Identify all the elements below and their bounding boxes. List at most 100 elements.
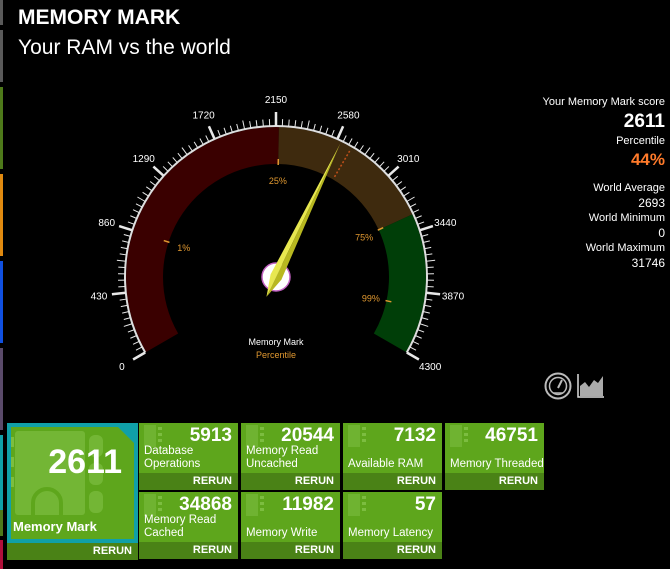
strip-segment[interactable] bbox=[0, 540, 3, 569]
ram-chip-icon bbox=[144, 494, 162, 516]
minor-tick bbox=[130, 215, 137, 219]
rerun-button[interactable]: RERUN bbox=[241, 473, 340, 490]
score-label: Your Memory Mark score bbox=[542, 96, 665, 108]
minor-tick bbox=[364, 147, 371, 156]
minor-tick bbox=[193, 141, 199, 149]
test-value: 57 bbox=[414, 494, 436, 515]
rerun-button[interactable]: RERUN bbox=[241, 542, 340, 559]
test-value: 46751 bbox=[485, 425, 538, 446]
minor-tick bbox=[162, 166, 169, 172]
gauge-center-label: Memory Mark bbox=[248, 337, 304, 347]
test-tile[interactable]: 20544 Memory Read Uncached RERUN bbox=[241, 423, 340, 490]
percentile-label: Percentile bbox=[616, 135, 665, 147]
world-minimum-value: 0 bbox=[658, 226, 665, 240]
minor-tick bbox=[300, 121, 303, 129]
minor-tick bbox=[135, 203, 143, 208]
rerun-button[interactable]: RERUN bbox=[139, 542, 238, 559]
major-tick bbox=[336, 125, 345, 140]
test-value: 5913 bbox=[189, 425, 232, 446]
rerun-button[interactable]: RERUN bbox=[343, 473, 442, 490]
major-tick bbox=[387, 165, 400, 177]
minor-tick bbox=[403, 191, 410, 197]
minor-tick bbox=[120, 304, 128, 308]
minor-tick bbox=[421, 234, 429, 237]
minor-tick bbox=[153, 175, 160, 182]
major-tick bbox=[111, 291, 126, 296]
minor-tick bbox=[406, 196, 415, 202]
test-label-line1: Memory Read bbox=[246, 445, 319, 457]
minor-tick bbox=[149, 181, 157, 187]
minor-tick bbox=[188, 145, 193, 152]
area-chart-icon[interactable] bbox=[576, 372, 606, 400]
minor-tick bbox=[412, 340, 420, 345]
speedometer-icon[interactable] bbox=[544, 372, 572, 400]
strip-segment[interactable] bbox=[0, 435, 3, 510]
ram-chip-icon bbox=[246, 425, 264, 447]
tick-label: 1290 bbox=[133, 154, 156, 165]
minor-tick bbox=[119, 253, 127, 256]
minor-tick bbox=[122, 310, 130, 314]
test-tile[interactable]: 7132 Available RAM RERUN bbox=[343, 423, 442, 490]
memory-mark-label: Memory Mark bbox=[13, 519, 97, 534]
minor-tick bbox=[205, 135, 210, 142]
memory-mark-tile[interactable]: 2611 Memory Mark RERUN bbox=[7, 423, 138, 560]
minor-tick bbox=[417, 329, 425, 333]
test-tile[interactable]: 57 Memory Latency RERUN bbox=[343, 492, 442, 559]
minor-tick bbox=[392, 175, 399, 182]
test-label-line2: Memory Threaded bbox=[450, 458, 544, 470]
major-tick bbox=[207, 125, 216, 140]
minor-tick bbox=[132, 340, 140, 345]
minor-tick bbox=[120, 246, 128, 250]
minor-tick bbox=[242, 120, 246, 130]
ram-chip-icon bbox=[450, 425, 468, 447]
minor-tick bbox=[419, 323, 429, 327]
minor-tick bbox=[229, 125, 233, 133]
minor-tick bbox=[383, 166, 390, 172]
minor-tick bbox=[236, 123, 239, 131]
minor-tick bbox=[199, 138, 204, 145]
test-tile[interactable]: 34868 Memory Read Cached RERUN bbox=[139, 492, 238, 559]
test-tile[interactable]: 5913 Database Operations RERUN bbox=[139, 423, 238, 490]
ram-chip-icon bbox=[348, 494, 366, 516]
minor-tick bbox=[424, 304, 432, 308]
test-tile[interactable]: 11982 Memory Write RERUN bbox=[241, 492, 340, 559]
minor-tick bbox=[130, 335, 137, 339]
test-label-line1: Database bbox=[144, 445, 194, 457]
minor-tick bbox=[422, 310, 430, 314]
tick-label: 3010 bbox=[397, 154, 420, 165]
percentile-label: 1% bbox=[177, 243, 190, 253]
world-maximum-value: 31746 bbox=[631, 256, 665, 270]
test-label-line1: Memory Read bbox=[144, 514, 217, 526]
rerun-button[interactable]: RERUN bbox=[445, 473, 544, 490]
minor-tick bbox=[119, 298, 127, 301]
minor-tick bbox=[116, 259, 126, 262]
score-value: 2611 bbox=[623, 111, 665, 132]
minor-tick bbox=[123, 234, 131, 237]
minor-tick bbox=[255, 120, 258, 128]
minor-tick bbox=[331, 129, 335, 137]
minor-tick bbox=[342, 135, 347, 142]
rerun-button[interactable]: RERUN bbox=[343, 542, 442, 559]
major-tick bbox=[406, 351, 420, 361]
minor-tick bbox=[135, 346, 143, 351]
minor-tick bbox=[353, 141, 359, 149]
tick-label: 430 bbox=[91, 292, 108, 303]
percentile-label: 99% bbox=[362, 293, 380, 303]
major-tick bbox=[152, 165, 165, 177]
world-minimum-label: World Minimum bbox=[588, 212, 665, 224]
minor-tick bbox=[127, 329, 135, 333]
minor-tick bbox=[359, 145, 364, 152]
minor-tick bbox=[181, 147, 188, 156]
test-tile[interactable]: 46751 Memory Threaded RERUN bbox=[445, 423, 544, 490]
score-stats: Your Memory Mark score 2611 Percentile 4… bbox=[543, 95, 665, 271]
strip-segment[interactable] bbox=[0, 510, 3, 536]
gauge-band bbox=[373, 214, 426, 352]
minor-tick bbox=[306, 120, 310, 130]
minor-tick bbox=[122, 240, 130, 244]
minor-tick bbox=[412, 209, 420, 214]
percentile-value: 44% bbox=[630, 150, 665, 169]
minor-tick bbox=[374, 157, 380, 164]
minor-tick bbox=[426, 259, 436, 262]
rerun-button[interactable]: RERUN bbox=[139, 473, 238, 490]
rerun-button[interactable]: RERUN bbox=[7, 543, 138, 560]
